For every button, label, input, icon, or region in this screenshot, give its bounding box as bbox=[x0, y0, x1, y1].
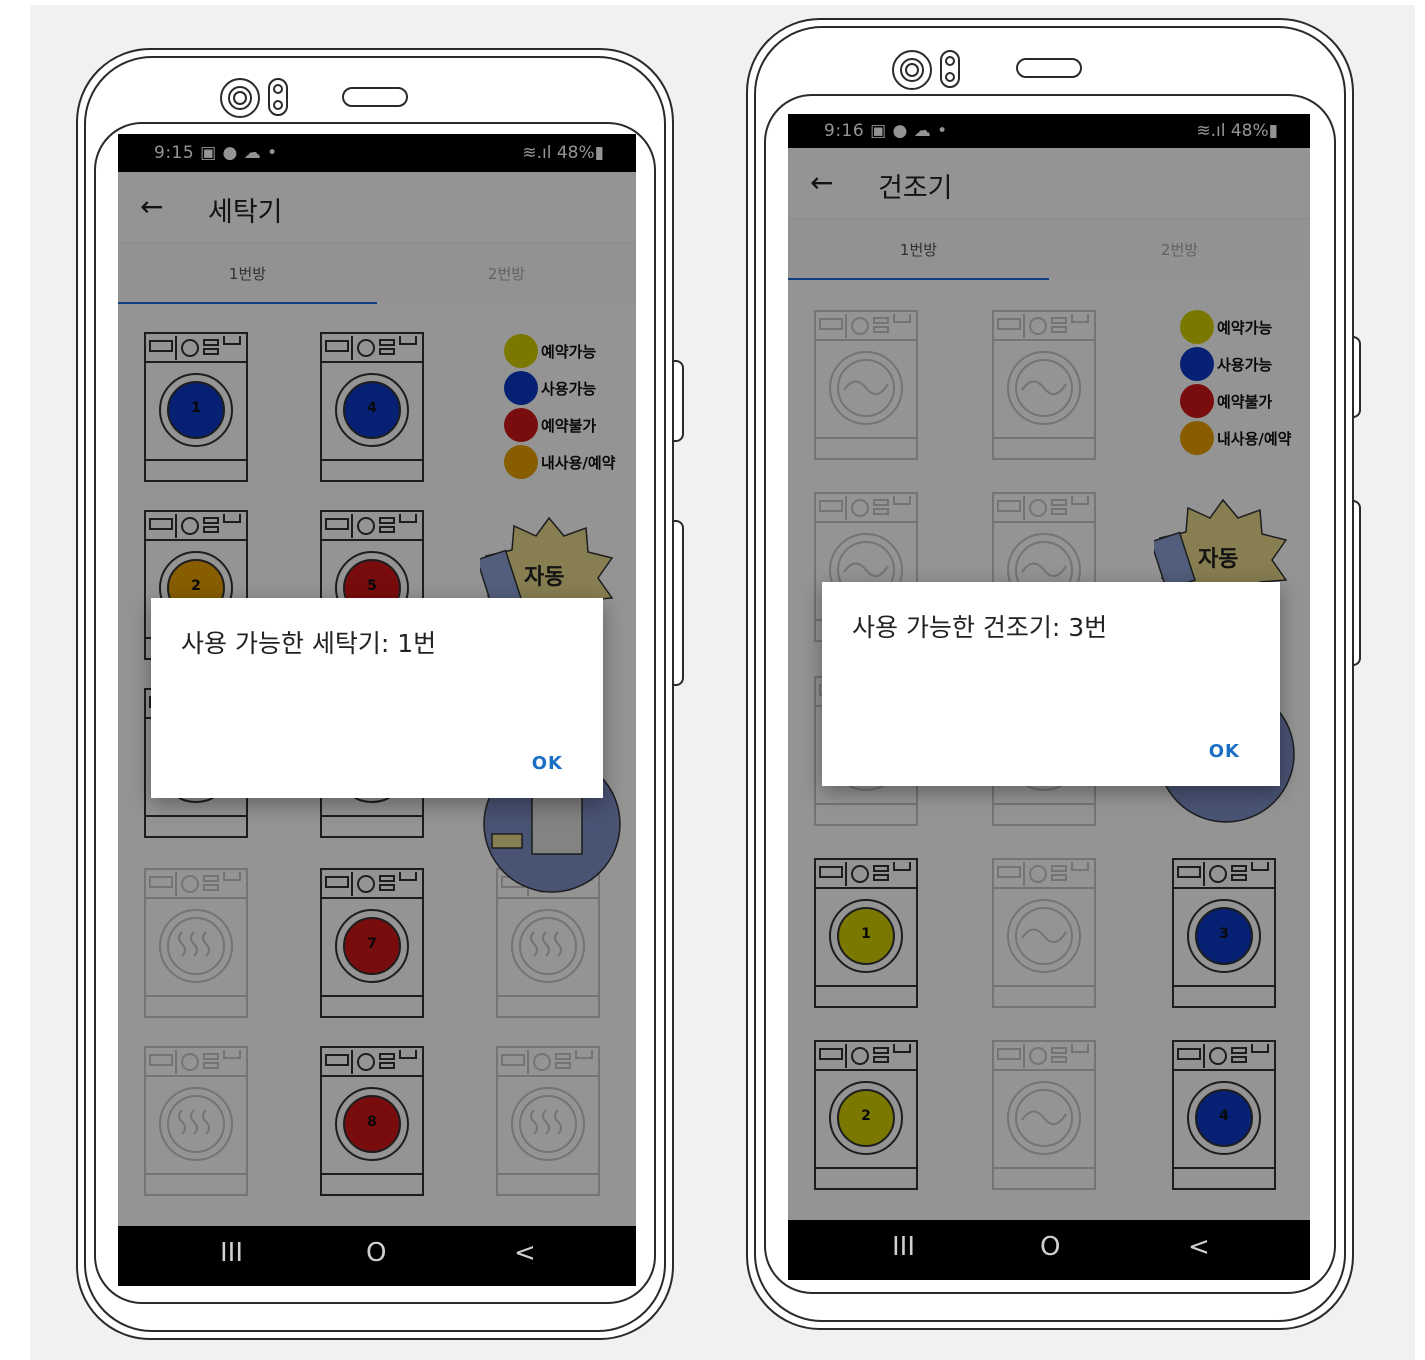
screen: 9:15 ▣ ● ☁ • ≋.ıl 48%▮ ← 세탁기 1번방 2번방 1 4… bbox=[118, 134, 636, 1286]
sensor-icon bbox=[940, 50, 960, 88]
home-button[interactable]: O bbox=[1040, 1232, 1060, 1262]
nav-back-button[interactable]: < bbox=[1188, 1232, 1210, 1262]
screen: 9:16 ▣ ● ☁ • ≋.ıl 48%▮ ← 건조기 1번방 2번방 1 3… bbox=[788, 114, 1310, 1280]
alert-dialog: 사용 가능한 세탁기: 1번 OK bbox=[151, 598, 603, 798]
phone-dryer: 9:16 ▣ ● ☁ • ≋.ıl 48%▮ ← 건조기 1번방 2번방 1 3… bbox=[700, 0, 1425, 1360]
phone-washer: 9:15 ▣ ● ☁ • ≋.ıl 48%▮ ← 세탁기 1번방 2번방 1 4… bbox=[0, 0, 700, 1360]
camera-icon bbox=[892, 50, 932, 90]
dialog-message: 사용 가능한 건조기: 3번 bbox=[852, 613, 1108, 642]
nav-back-button[interactable]: < bbox=[514, 1238, 536, 1268]
speaker-grille bbox=[342, 87, 408, 107]
recent-apps-button[interactable]: III bbox=[220, 1238, 243, 1268]
speaker-grille bbox=[1016, 58, 1082, 78]
nav-bar: III O < bbox=[788, 1220, 1310, 1280]
dialog-message: 사용 가능한 세탁기: 1번 bbox=[181, 629, 437, 658]
recent-apps-button[interactable]: III bbox=[892, 1232, 915, 1262]
nav-bar: III O < bbox=[118, 1226, 636, 1286]
home-button[interactable]: O bbox=[366, 1238, 386, 1268]
ok-button[interactable]: OK bbox=[532, 753, 563, 774]
sensor-icon bbox=[268, 78, 288, 116]
camera-icon bbox=[220, 78, 260, 118]
alert-dialog: 사용 가능한 건조기: 3번 OK bbox=[822, 582, 1280, 786]
ok-button[interactable]: OK bbox=[1209, 741, 1240, 762]
